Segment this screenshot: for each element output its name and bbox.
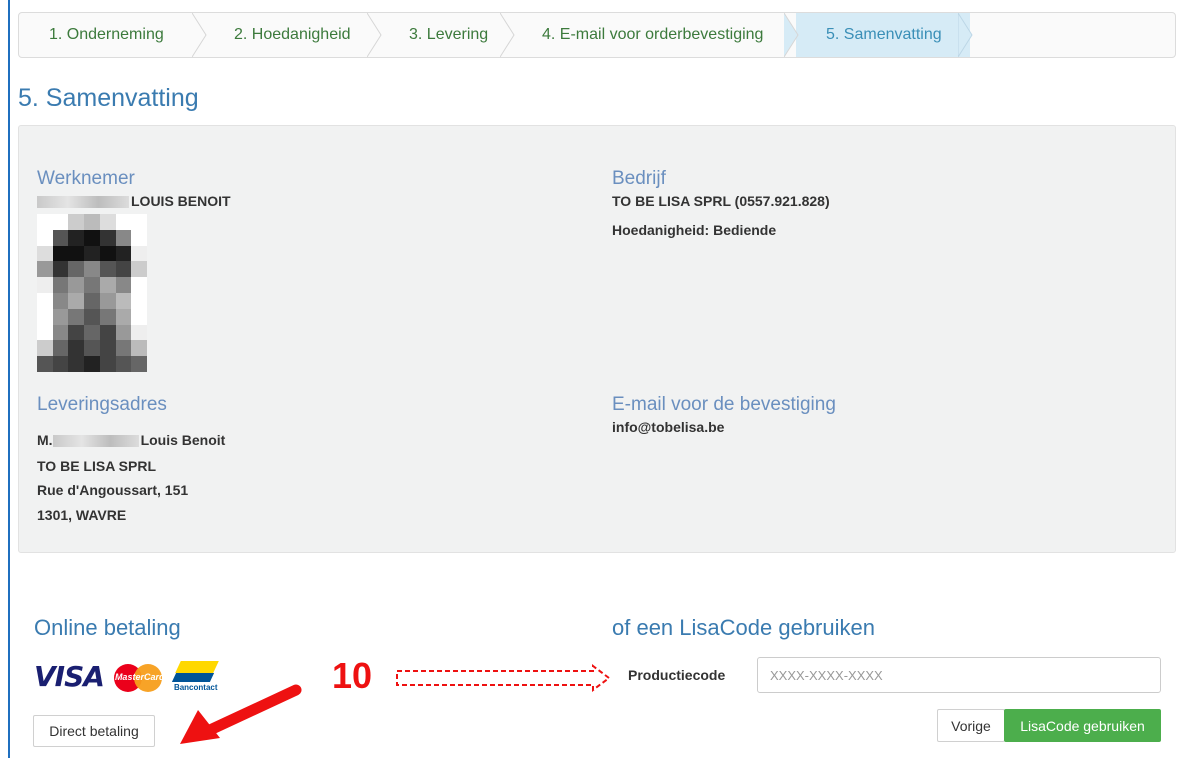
delivery-name: M. Louis Benoit	[37, 432, 225, 448]
annotation-step-number: 10	[332, 655, 373, 696]
lisacode-heading: of een LisaCode gebruiken	[612, 615, 875, 640]
delivery-street: Rue d'Angoussart, 151	[37, 482, 189, 498]
wizard-step-email[interactable]: 4. E-mail voor orderbevestiging	[512, 13, 799, 57]
wizard-step-hoedanigheid[interactable]: 2. Hoedanigheid	[204, 13, 382, 57]
wizard-step-levering[interactable]: 3. Levering	[379, 13, 515, 57]
employee-heading: Werknemer	[37, 168, 135, 189]
delivery-heading: Leveringsadres	[37, 394, 167, 415]
wizard-step-label: 1. Onderneming	[49, 26, 164, 43]
email-heading: E-mail voor de bevestiging	[612, 394, 836, 415]
direct-payment-button[interactable]: Direct betaling	[33, 715, 155, 747]
employee-name-text: LOUIS BENOIT	[131, 193, 231, 209]
summary-panel: Werknemer LOUIS BENOIT Bedrijf TO BE LIS…	[18, 125, 1176, 553]
chevron-right-icon	[784, 13, 799, 57]
redacted-text	[37, 196, 129, 209]
confirmation-email: info@tobelisa.be	[612, 419, 725, 435]
mastercard-logo: MasterCard	[112, 662, 166, 692]
page-title: 5. Samenvatting	[18, 84, 199, 112]
dashed-arrow-icon	[396, 664, 611, 692]
visa-logo: VISA	[34, 660, 105, 693]
chevron-right-icon	[367, 13, 382, 57]
delivery-company: TO BE LISA SPRL	[37, 458, 157, 474]
product-code-input[interactable]	[757, 657, 1161, 693]
wizard-step-label: 2. Hoedanigheid	[234, 26, 351, 43]
chevron-right-icon	[500, 13, 515, 57]
back-button[interactable]: Vorige	[937, 709, 1005, 742]
delivery-name-text: Louis Benoit	[140, 432, 226, 448]
delivery-city: 1301, WAVRE	[37, 507, 127, 523]
employee-photo	[37, 214, 147, 372]
wizard-step-label: 5. Samenvatting	[826, 26, 942, 43]
capacity-text: Hoedanigheid: Bediende	[612, 222, 777, 238]
wizard-step-label: 3. Levering	[409, 26, 489, 43]
wizard-step-samenvatting[interactable]: 5. Samenvatting	[796, 13, 973, 57]
chevron-right-icon	[192, 13, 207, 57]
left-border	[8, 0, 10, 758]
use-lisacode-button[interactable]: LisaCode gebruiken	[1004, 709, 1161, 742]
delivery-name-prefix: M.	[37, 432, 53, 448]
employee-name: LOUIS BENOIT	[37, 193, 231, 209]
online-payment-heading: Online betaling	[34, 615, 181, 640]
chevron-right-icon	[958, 13, 973, 57]
company-heading: Bedrijf	[612, 168, 666, 189]
annotation-arrow-icon	[180, 684, 302, 744]
product-code-label: Productiecode	[628, 667, 726, 683]
wizard-step-onderneming[interactable]: 1. Onderneming	[19, 13, 207, 57]
wizard-breadcrumb: 1. Onderneming 2. Hoedanigheid 3. Leveri…	[18, 12, 1176, 58]
redacted-text	[52, 435, 139, 448]
company-name: TO BE LISA SPRL (0557.921.828)	[612, 193, 830, 209]
wizard-step-label: 4. E-mail voor orderbevestiging	[542, 26, 764, 43]
